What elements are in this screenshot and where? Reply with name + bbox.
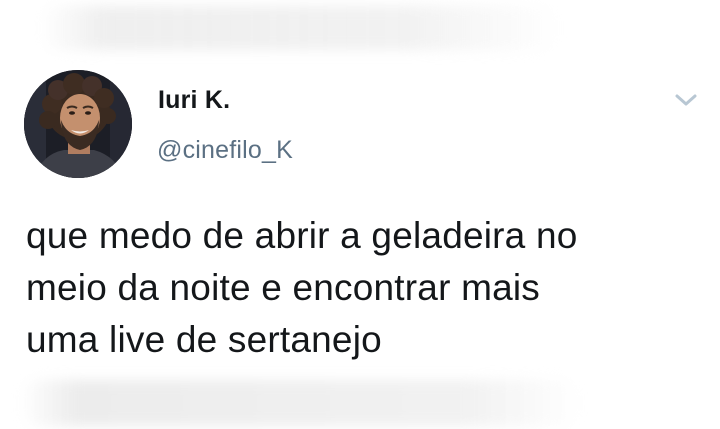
chevron-down-icon <box>675 94 697 106</box>
tweet-text-line: que medo de abrir a geladeira no <box>26 215 578 256</box>
tweet-text: que medo de abrir a geladeira no meio da… <box>26 210 706 366</box>
tweet-text-line: uma live de sertanejo <box>26 319 382 360</box>
tweet-card: Iuri K. @cinefilo_K que medo de abrir a … <box>0 0 720 429</box>
display-name[interactable]: Iuri K. <box>158 86 230 115</box>
tweet-text-line: meio da noite e encontrar mais <box>26 267 540 308</box>
user-handle[interactable]: @cinefilo_K <box>157 136 293 165</box>
avatar[interactable] <box>24 70 132 178</box>
tweet-menu-button[interactable] <box>673 90 699 110</box>
user-avatar-photo-icon <box>24 70 132 178</box>
